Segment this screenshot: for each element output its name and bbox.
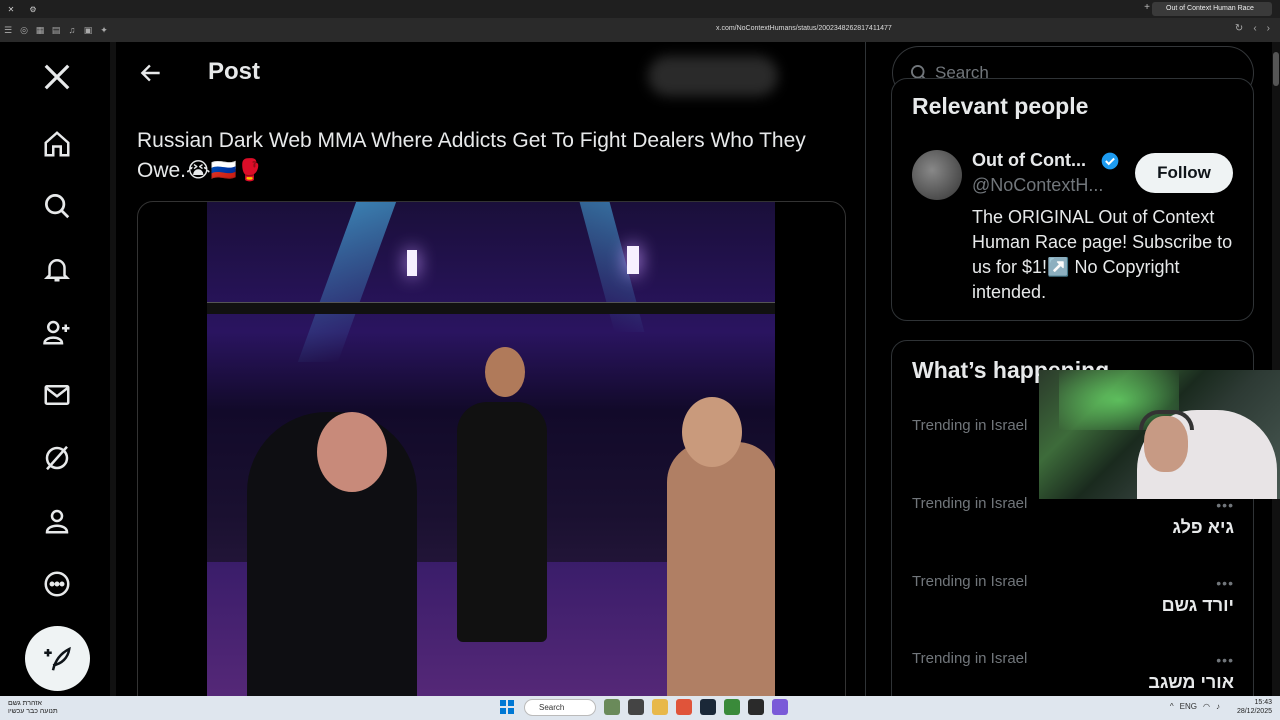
blurred-region [648, 56, 778, 96]
webcam-overlay [1039, 370, 1280, 499]
more-options-icon[interactable] [38, 565, 76, 603]
clock-date: 28/12/2025 [1236, 708, 1272, 715]
post-header: Post [118, 42, 865, 106]
discord-icon[interactable] [772, 699, 788, 715]
follow-button[interactable]: Follow [1135, 153, 1233, 193]
address-bar: ☰ ◎ ▦ ▤ ♫ ▣ ✦ x.com/NoContextHumans/stat… [0, 18, 1280, 42]
back-nav-icon[interactable]: ‹ [1253, 23, 1256, 34]
relevant-people-title: Relevant people [912, 93, 1089, 119]
follow-add-user-icon[interactable] [38, 313, 76, 351]
puzzle-icon[interactable]: ✦ [96, 25, 112, 36]
back-arrow-icon[interactable] [138, 60, 164, 86]
trend-name: יורד גשם [1161, 595, 1234, 615]
compose-post-button[interactable] [25, 626, 90, 691]
fighter-right-figure [667, 442, 775, 696]
person-name[interactable]: Out of Cont... [972, 150, 1086, 171]
feather-plus-icon [43, 646, 71, 671]
task-view-icon[interactable] [628, 699, 644, 715]
trend-name: אורי משגב [1148, 672, 1234, 692]
language-indicator[interactable]: ENG [1180, 702, 1197, 711]
fighter-left-head [317, 412, 387, 492]
avatar[interactable] [912, 150, 962, 200]
trend-meta: Trending in Israel [912, 495, 1028, 512]
home-icon[interactable] [38, 125, 76, 163]
windows-start-icon[interactable] [500, 700, 514, 714]
scrollbar-right[interactable] [1272, 42, 1280, 696]
weather-line1: אזהרת גשם [8, 700, 42, 707]
page-title: Post [208, 58, 261, 85]
weather-widget[interactable]: אזהרת גשם תנועה כבר עכשיו [8, 700, 58, 716]
tab-title: Out of Context Human Race [1166, 5, 1254, 12]
sidebar-nav [0, 42, 112, 696]
spotlight-beam [297, 202, 397, 362]
right-sidebar: Relevant people Out of Cont... @NoContex… [868, 42, 1272, 696]
music-icon[interactable]: ♫ [64, 25, 80, 35]
stage-light [407, 250, 417, 276]
grok-icon[interactable] [38, 439, 76, 477]
volume-icon[interactable]: ♪ [1216, 702, 1220, 711]
close-icon[interactable]: ✕ [0, 5, 22, 14]
more-icon[interactable]: ••• [1216, 652, 1234, 668]
trend-item[interactable]: Trending in Israel ••• אורי משגב [912, 650, 1234, 696]
steam-icon[interactable] [700, 699, 716, 715]
widget-app-icon[interactable] [604, 699, 620, 715]
more-icon[interactable]: ••• [1216, 575, 1234, 591]
messages-mail-icon[interactable] [38, 376, 76, 414]
browser-titlebar: ✕ ⚙ + Out of Context Human Race [0, 0, 1280, 18]
reload-icon[interactable]: ↻ [1235, 23, 1243, 34]
verified-badge-icon [1101, 152, 1119, 170]
stage-light [627, 246, 639, 274]
file-explorer-icon[interactable] [652, 699, 668, 715]
taskbar-clock[interactable]: 15:43 28/12/2025 [1237, 698, 1272, 716]
explore-search-icon[interactable] [38, 187, 76, 225]
trend-meta: Trending in Israel [912, 650, 1028, 667]
trend-item[interactable]: Trending in Israel ••• יורד גשם [912, 573, 1234, 643]
forward-nav-icon[interactable]: › [1267, 23, 1270, 34]
cage-rope [207, 302, 775, 314]
taskbar-search-label: Search [539, 703, 565, 712]
person-bio: The ORIGINAL Out of Context Human Race p… [972, 207, 1233, 302]
new-tab-button[interactable]: + [1144, 2, 1150, 13]
referee-figure [457, 402, 547, 642]
scrollbar-left[interactable] [110, 42, 116, 696]
tabs-icon[interactable]: ▤ [48, 25, 64, 36]
fighter-right-head [682, 397, 742, 467]
wifi-icon[interactable]: ◠ [1203, 702, 1210, 711]
layout-icon[interactable]: ▣ [80, 25, 96, 36]
tweet-text: Russian Dark Web MMA Where Addicts Get T… [137, 129, 806, 182]
video-frame-image[interactable] [207, 202, 775, 696]
notifications-bell-icon[interactable] [38, 250, 76, 288]
app-icon[interactable] [748, 699, 764, 715]
taskbar: אזהרת גשם תנועה כבר עכשיו Search ^ ENG ◠… [0, 696, 1280, 720]
main-column: Post Russian Dark Web MMA Where Addicts … [118, 42, 866, 696]
video-player[interactable] [137, 201, 846, 696]
trend-item[interactable]: Trending in Israel ••• גיא פלג [912, 495, 1234, 565]
more-icon[interactable]: ••• [1216, 497, 1234, 513]
url-field[interactable]: x.com/NoContextHumans/status/20023482628… [716, 25, 892, 32]
clock-time: 15:43 [1254, 699, 1272, 706]
profile-icon[interactable] [38, 502, 76, 540]
x-logo-icon[interactable] [38, 58, 76, 96]
relevant-people-card: Relevant people Out of Cont... @NoContex… [891, 78, 1254, 321]
system-tray: ^ ENG ◠ ♪ [1170, 702, 1220, 711]
calendar-icon[interactable]: ▦ [32, 25, 48, 36]
taskbar-apps [604, 699, 788, 715]
settings-icon[interactable]: ⚙ [22, 5, 44, 14]
brave-browser-icon[interactable] [676, 699, 692, 715]
person-handle[interactable]: @NoContextH... [972, 175, 1103, 196]
trend-meta: Trending in Israel [912, 573, 1028, 590]
weather-line2: תנועה כבר עכשיו [8, 708, 58, 715]
chevron-up-icon[interactable]: ^ [1170, 702, 1174, 711]
tab-active[interactable]: Out of Context Human Race [1152, 2, 1272, 16]
app-icon[interactable] [724, 699, 740, 715]
location-icon[interactable]: ◎ [16, 25, 32, 36]
headset-icon [1139, 410, 1194, 430]
taskbar-search[interactable]: Search [524, 699, 596, 716]
scrollbar-thumb[interactable] [1273, 52, 1279, 86]
trend-meta: Trending in Israel [912, 417, 1028, 434]
trend-name: גיא פלג [1172, 517, 1234, 537]
referee-head [485, 347, 525, 397]
menu-icon[interactable]: ☰ [0, 25, 16, 36]
